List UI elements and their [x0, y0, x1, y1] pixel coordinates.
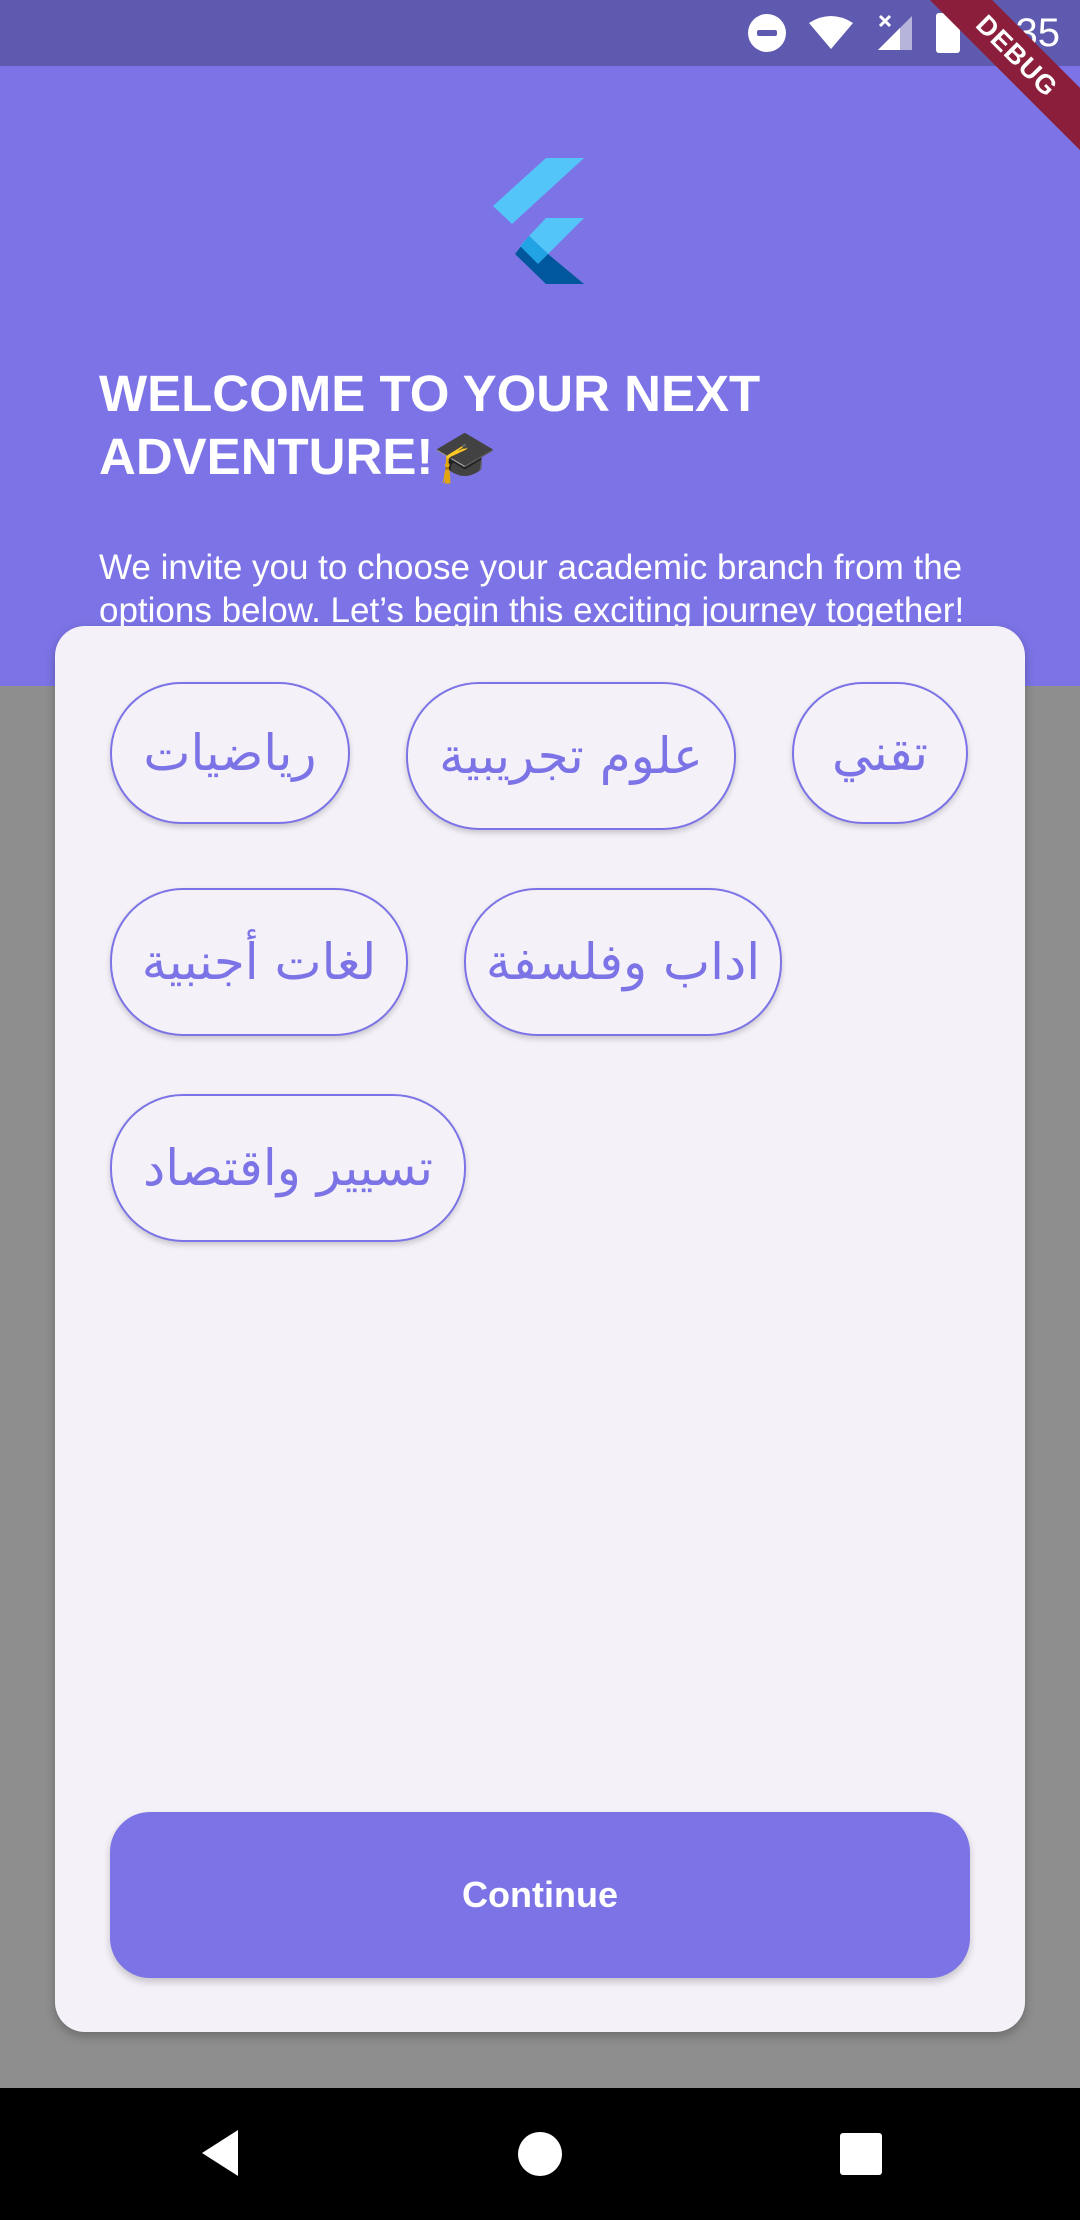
back-icon[interactable]: [200, 2128, 240, 2178]
branch-chip-foreign-languages[interactable]: لغات أجنبية: [110, 888, 408, 1036]
signal-icon: [878, 14, 913, 50]
dnd-icon: [748, 14, 787, 52]
home-icon[interactable]: [518, 2132, 562, 2176]
header: WELCOME TO YOUR NEXT ADVENTURE!🎓 We invi…: [0, 66, 1080, 686]
navigation-bar: [0, 2088, 1080, 2220]
branch-chip-experimental-sciences[interactable]: علوم تجريبية: [406, 682, 736, 830]
branch-chip-management-economics[interactable]: تسيير واقتصاد: [110, 1094, 466, 1242]
flutter-logo: [493, 158, 584, 284]
continue-button[interactable]: Continue: [110, 1812, 970, 1978]
status-bar: 4:35: [0, 0, 1080, 66]
branch-chip-literature-philosophy[interactable]: اداب وفلسفة: [464, 888, 782, 1036]
welcome-title: WELCOME TO YOUR NEXT ADVENTURE!🎓: [99, 365, 761, 485]
branch-selection-card: رياضيات علوم تجريبية تقني لغات أجنبية اد…: [55, 626, 1025, 2032]
recents-icon[interactable]: [840, 2133, 882, 2175]
branch-chip-math[interactable]: رياضيات: [110, 682, 350, 824]
welcome-subtitle: We invite you to choose your academic br…: [99, 548, 965, 630]
wifi-icon: [809, 16, 854, 49]
branch-chip-technical[interactable]: تقني: [792, 682, 968, 824]
